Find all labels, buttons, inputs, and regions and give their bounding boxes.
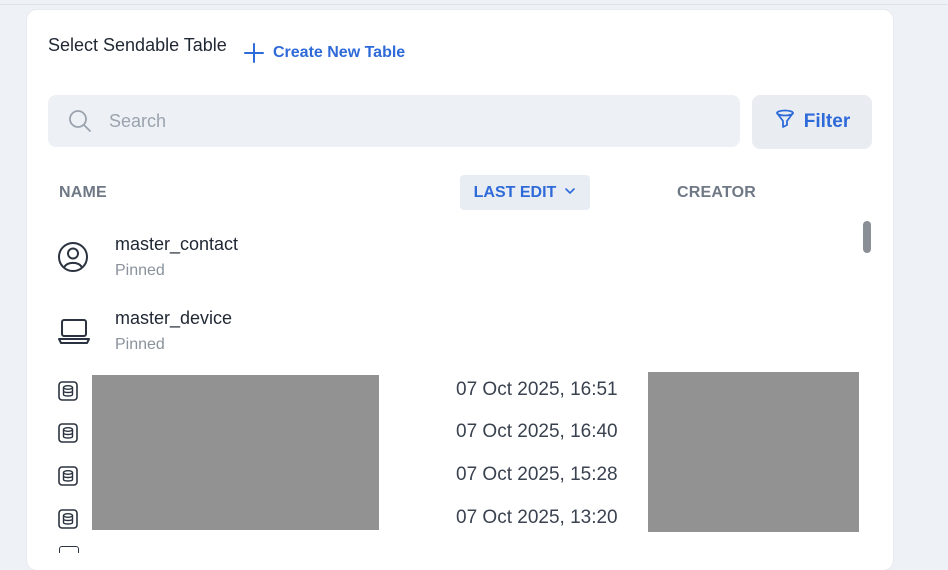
search-icon (68, 109, 92, 133)
column-header-name[interactable]: NAME (59, 184, 107, 202)
pinned-status: Pinned (115, 336, 165, 353)
database-icon (57, 380, 79, 407)
filter-button[interactable]: Filter (752, 95, 872, 149)
last-edit-value: 07 Oct 2025, 16:51 (456, 379, 618, 400)
plus-icon (243, 42, 265, 64)
filter-label: Filter (803, 111, 851, 132)
create-new-table-button[interactable]: Create New Table (243, 39, 405, 67)
last-edit-value: 07 Oct 2025, 13:20 (456, 507, 618, 528)
last-edit-value: 07 Oct 2025, 16:40 (456, 421, 618, 442)
funnel-icon (774, 108, 796, 136)
last-edit-label: LAST EDIT (473, 183, 557, 201)
table-name: master_device (115, 308, 233, 328)
laptop-icon (57, 316, 91, 351)
table-name: master_contact (115, 234, 239, 254)
search-input[interactable] (107, 109, 711, 133)
top-divider (0, 4, 948, 5)
database-icon (57, 422, 79, 449)
search-box[interactable] (48, 95, 740, 147)
create-new-table-label: Create New Table (273, 44, 406, 61)
redacted-creators-block (648, 372, 859, 532)
table-picker-panel: Select Sendable Table Create New Table F… (27, 10, 893, 570)
database-icon (57, 508, 79, 535)
column-header-creator[interactable]: CREATOR (677, 184, 756, 202)
last-edit-value: 07 Oct 2025, 15:28 (456, 464, 618, 485)
chevron-down-icon (564, 184, 576, 202)
table-row-pinned[interactable]: master_contact Pinned (27, 230, 893, 290)
table-row-pinned[interactable]: master_device Pinned (27, 304, 893, 364)
redacted-names-block (92, 375, 379, 530)
column-header-last-edit[interactable]: LAST EDIT (460, 175, 590, 210)
database-icon (57, 465, 79, 492)
user-circle-icon (57, 241, 89, 278)
pinned-status: Pinned (115, 262, 165, 279)
panel-title: Select Sendable Table (48, 35, 227, 55)
